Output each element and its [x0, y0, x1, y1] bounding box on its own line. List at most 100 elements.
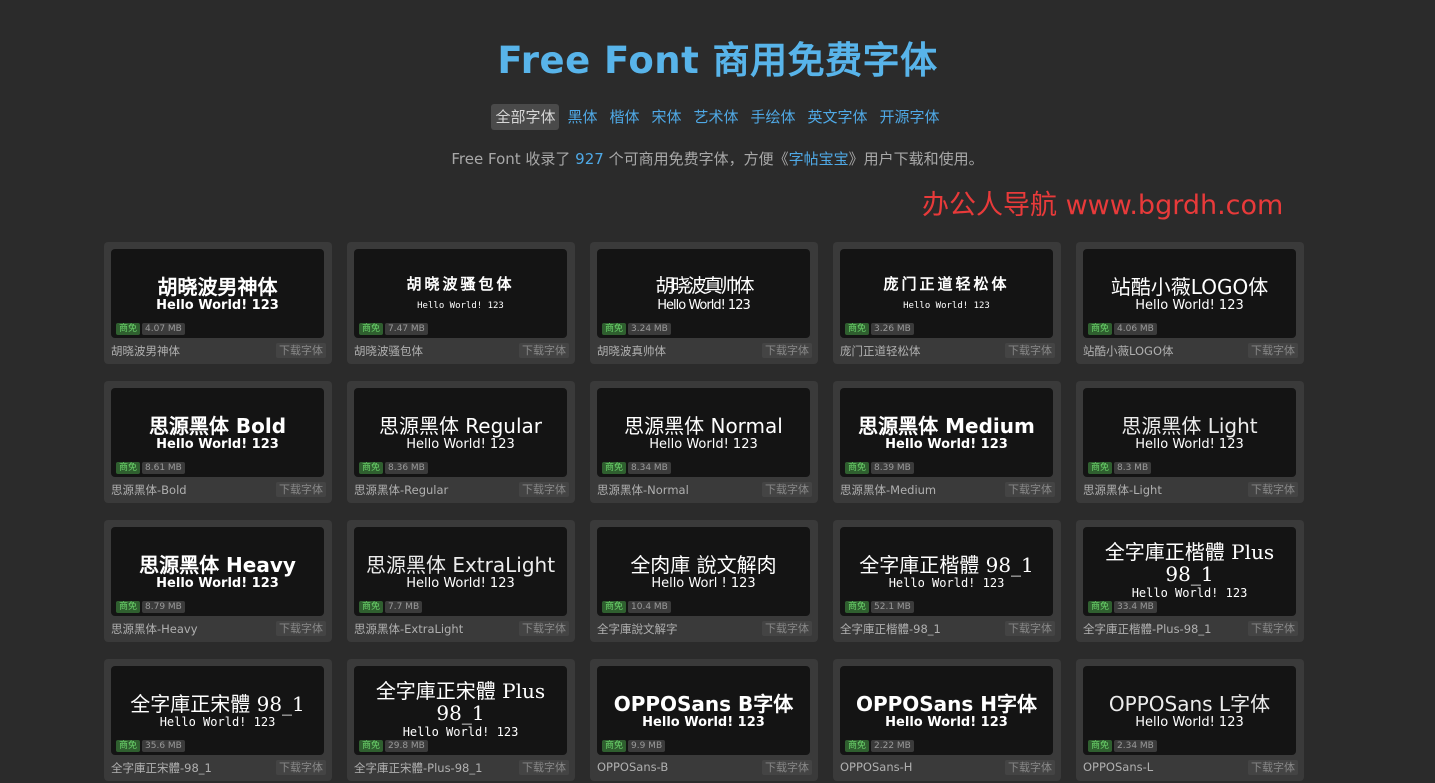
font-preview[interactable]: 胡晓波真帅体 Hello World! 123 商免 3.24 MB	[597, 249, 810, 338]
font-preview[interactable]: 思源黑体 Bold Hello World! 123 商免 8.61 MB	[111, 388, 324, 477]
font-card[interactable]: 思源黑体 Normal Hello World! 123 商免 8.34 MB 思源黑体…	[590, 381, 818, 503]
font-name: 全字庫正楷體-98_1	[840, 622, 941, 636]
nav-item-4[interactable]: 艺术体	[690, 104, 743, 130]
download-button[interactable]: 下载字体	[1248, 343, 1298, 358]
font-card[interactable]: 全字庫正宋體 98_1 Hello World! 123 商免 35.6 MB 全字庫正…	[104, 659, 332, 781]
download-button[interactable]: 下载字体	[762, 482, 812, 497]
nav-item-5[interactable]: 手绘体	[747, 104, 800, 130]
preview-sample: Hello World! 123	[1135, 298, 1244, 313]
download-button[interactable]: 下载字体	[762, 343, 812, 358]
preview-title: OPPOSans B字体	[613, 692, 794, 716]
font-name: 胡晓波真帅体	[597, 344, 666, 358]
font-card[interactable]: 庞门正道轻松体 Hello World! 123 商免 3.26 MB 庞门正道轻松体 下…	[833, 242, 1061, 364]
download-button[interactable]: 下载字体	[1248, 760, 1298, 775]
download-button[interactable]: 下载字体	[762, 621, 812, 636]
preview-sample: Hello World! 123	[885, 437, 1008, 452]
file-size-badge: 7.47 MB	[385, 323, 428, 335]
font-preview[interactable]: 全字庫正楷體 98_1 Hello World! 123 商免 52.1 MB	[840, 527, 1053, 616]
font-preview[interactable]: 思源黑体 Regular Hello World! 123 商免 8.36 MB	[354, 388, 567, 477]
font-preview[interactable]: 思源黑体 Light Hello World! 123 商免 8.3 MB	[1083, 388, 1296, 477]
font-name: OPPOSans-B	[597, 760, 669, 774]
font-card[interactable]: 思源黑体 Medium Hello World! 123 商免 8.39 MB 思源黑体…	[833, 381, 1061, 503]
download-button[interactable]: 下载字体	[1005, 621, 1055, 636]
font-card[interactable]: 思源黑体 Regular Hello World! 123 商免 8.36 MB 思源黑…	[347, 381, 575, 503]
font-preview[interactable]: 思源黑体 Medium Hello World! 123 商免 8.39 MB	[840, 388, 1053, 477]
nav-item-2[interactable]: 楷体	[605, 104, 643, 130]
font-card[interactable]: 全字庫正楷體 98_1 Hello World! 123 商免 52.1 MB 全字庫正…	[833, 520, 1061, 642]
font-card[interactable]: 思源黑体 ExtraLight Hello World! 123 商免 7.7 MB 思…	[347, 520, 575, 642]
page-title: Free Font 商用免费字体	[497, 39, 938, 82]
download-button[interactable]: 下载字体	[519, 482, 569, 497]
nav-item-7[interactable]: 开源字体	[876, 104, 944, 130]
font-preview[interactable]: 庞门正道轻松体 Hello World! 123 商免 3.26 MB	[840, 249, 1053, 338]
download-button[interactable]: 下载字体	[276, 482, 326, 497]
font-card[interactable]: 全肉庫 說文解肉 Hello Worl ! 123 商免 10.4 MB 全字庫說文解字…	[590, 520, 818, 642]
preview-sample: Hello World! 123	[649, 437, 758, 452]
font-preview[interactable]: 思源黑体 ExtraLight Hello World! 123 商免 7.7 MB	[354, 527, 567, 616]
font-name: 庞门正道轻松体	[840, 344, 921, 358]
font-preview[interactable]: 全字庫正宋體 98_1 Hello World! 123 商免 35.6 MB	[111, 666, 324, 755]
download-button[interactable]: 下载字体	[276, 621, 326, 636]
download-button[interactable]: 下载字体	[276, 343, 326, 358]
font-preview[interactable]: 全字庫正宋體 Plus 98_1 Hello World! 123 商免 29.8 M…	[354, 666, 567, 755]
font-card[interactable]: 思源黑体 Heavy Hello World! 123 商免 8.79 MB 思源黑体-…	[104, 520, 332, 642]
file-size-badge: 10.4 MB	[628, 601, 671, 613]
preview-title: 全字庫正楷體 Plus 98_1	[1104, 540, 1275, 586]
commercial-free-badge: 商免	[359, 740, 384, 752]
desc-suffix: 》用户下载和使用。	[848, 150, 984, 168]
font-preview[interactable]: 全字庫正楷體 Plus 98_1 Hello World! 123 商免 33.4 M…	[1083, 527, 1296, 616]
commercial-free-badge: 商免	[1088, 601, 1113, 613]
download-button[interactable]: 下载字体	[276, 760, 326, 775]
download-button[interactable]: 下载字体	[762, 760, 812, 775]
preview-sample: Hello World! 123	[1131, 586, 1248, 600]
file-size-badge: 33.4 MB	[1114, 601, 1157, 613]
font-preview[interactable]: OPPOSans L字体 Hello World! 123 商免 2.34 MB	[1083, 666, 1296, 755]
nav-item-6[interactable]: 英文字体	[804, 104, 872, 130]
font-card[interactable]: OPPOSans H字体 Hello World! 123 商免 2.22 MB OPP…	[833, 659, 1061, 781]
font-name: OPPOSans-L	[1083, 760, 1154, 774]
nav-item-1[interactable]: 黑体	[563, 104, 601, 130]
font-card[interactable]: 全字庫正宋體 Plus 98_1 Hello World! 123 商免 29.8 M…	[347, 659, 575, 781]
preview-title: 思源黑体 Bold	[148, 414, 287, 438]
zitie-link[interactable]: 字帖宝宝	[789, 150, 849, 168]
font-card[interactable]: 站酷小薇LOGO体 Hello World! 123 商免 4.06 MB 站酷小薇LO…	[1076, 242, 1304, 364]
download-button[interactable]: 下载字体	[1005, 760, 1055, 775]
file-size-badge: 4.07 MB	[142, 323, 185, 335]
font-preview[interactable]: 全肉庫 說文解肉 Hello Worl ! 123 商免 10.4 MB	[597, 527, 810, 616]
font-preview[interactable]: 站酷小薇LOGO体 Hello World! 123 商免 4.06 MB	[1083, 249, 1296, 338]
download-button[interactable]: 下载字体	[1248, 482, 1298, 497]
download-button[interactable]: 下载字体	[1005, 482, 1055, 497]
font-preview[interactable]: 胡晓波骚包体 Hello World! 123 商免 7.47 MB	[354, 249, 567, 338]
download-button[interactable]: 下载字体	[519, 621, 569, 636]
font-card[interactable]: 胡晓波真帅体 Hello World! 123 商免 3.24 MB 胡晓波真帅体 下载字…	[590, 242, 818, 364]
font-preview[interactable]: 胡晓波男神体 Hello World! 123 商免 4.07 MB	[111, 249, 324, 338]
download-button[interactable]: 下载字体	[519, 760, 569, 775]
preview-sample: Hello World! 123	[1135, 715, 1244, 730]
font-count: 927	[575, 150, 604, 168]
font-card[interactable]: OPPOSans L字体 Hello World! 123 商免 2.34 MB OPP…	[1076, 659, 1304, 781]
font-preview[interactable]: 思源黑体 Heavy Hello World! 123 商免 8.79 MB	[111, 527, 324, 616]
watermark-text: 办公人导航 www.bgrdh.com	[922, 190, 1284, 221]
download-button[interactable]: 下载字体	[1248, 621, 1298, 636]
font-card[interactable]: 思源黑体 Bold Hello World! 123 商免 8.61 MB 思源黑体-B…	[104, 381, 332, 503]
preview-sample: Hello World! 123	[888, 576, 1005, 590]
font-card[interactable]: OPPOSans B字体 Hello World! 123 商免 9.9 MB OPPO…	[590, 659, 818, 781]
commercial-free-badge: 商免	[359, 462, 384, 474]
font-preview[interactable]: OPPOSans B字体 Hello World! 123 商免 9.9 MB	[597, 666, 810, 755]
preview-sample: Hello World! 123	[417, 301, 504, 311]
font-card[interactable]: 思源黑体 Light Hello World! 123 商免 8.3 MB 思源黑体-L…	[1076, 381, 1304, 503]
font-card[interactable]: 胡晓波男神体 Hello World! 123 商免 4.07 MB 胡晓波男神体 下载字…	[104, 242, 332, 364]
font-preview[interactable]: 思源黑体 Normal Hello World! 123 商免 8.34 MB	[597, 388, 810, 477]
file-size-badge: 8.39 MB	[871, 462, 914, 474]
font-card[interactable]: 全字庫正楷體 Plus 98_1 Hello World! 123 商免 33.4 M…	[1076, 520, 1304, 642]
preview-title: 思源黑体 Normal	[624, 414, 783, 438]
preview-sample: Hello Worl ! 123	[651, 576, 756, 591]
download-button[interactable]: 下载字体	[1005, 343, 1055, 358]
font-card[interactable]: 胡晓波骚包体 Hello World! 123 商免 7.47 MB 胡晓波骚包体 下载字…	[347, 242, 575, 364]
commercial-free-badge: 商免	[602, 323, 627, 335]
commercial-free-badge: 商免	[116, 740, 141, 752]
nav-item-3[interactable]: 宋体	[647, 104, 685, 130]
download-button[interactable]: 下载字体	[519, 343, 569, 358]
nav-item-0[interactable]: 全部字体	[491, 104, 560, 130]
font-preview[interactable]: OPPOSans H字体 Hello World! 123 商免 2.22 MB	[840, 666, 1053, 755]
